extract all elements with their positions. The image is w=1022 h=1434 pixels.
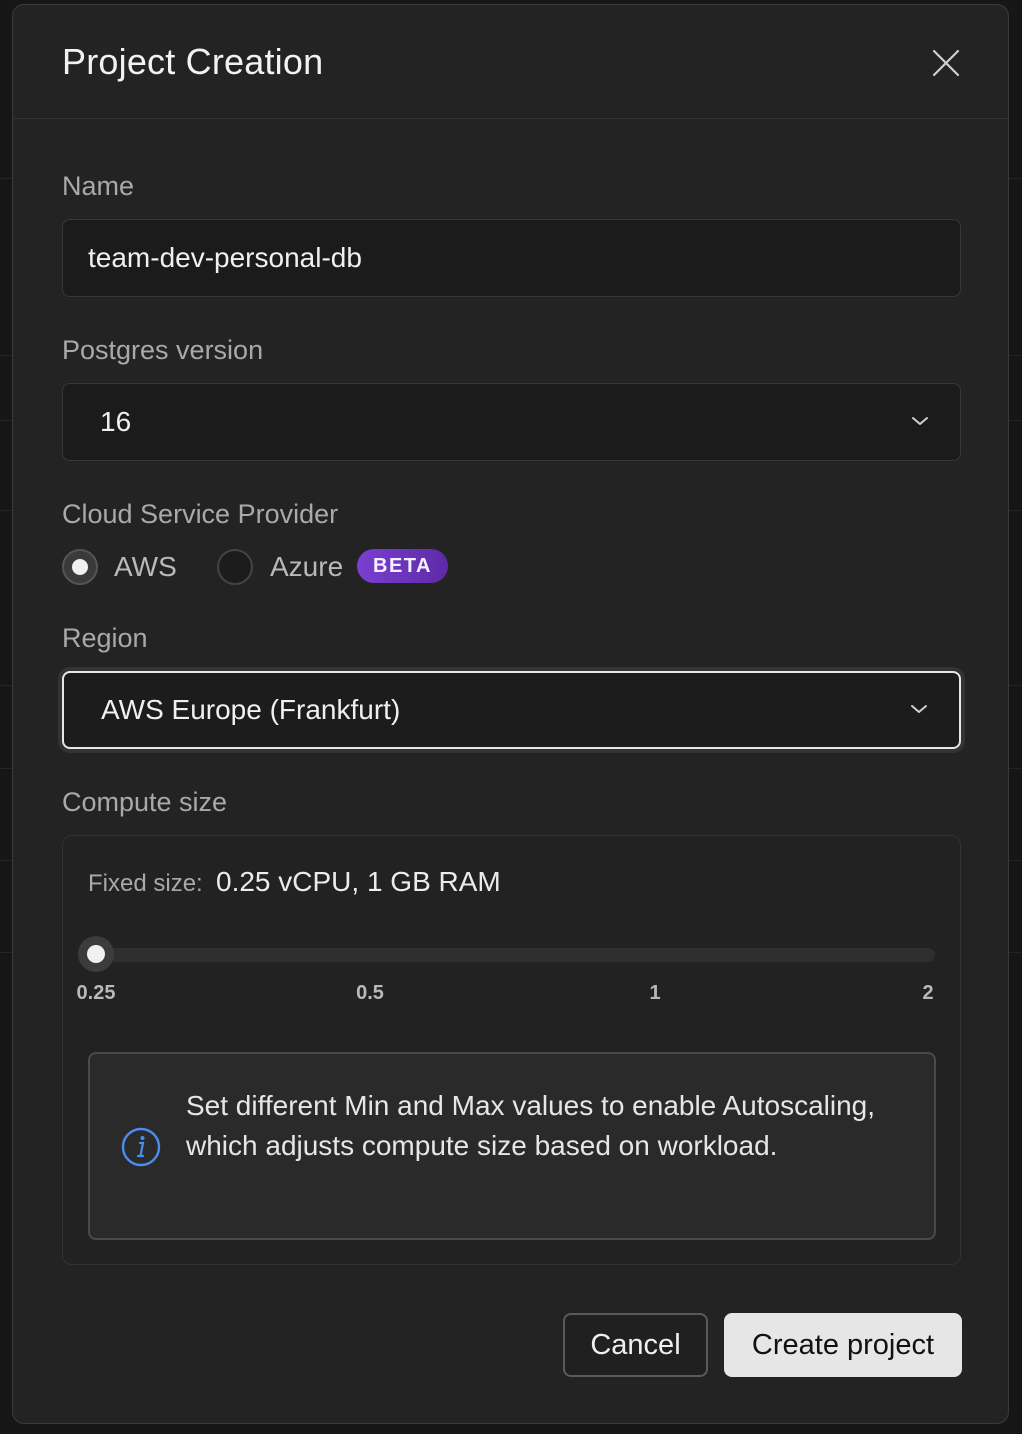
fixed-size-value: 0.25 vCPU, 1 GB RAM	[216, 866, 501, 897]
radio-aws[interactable]	[62, 549, 98, 585]
create-project-button[interactable]: Create project	[724, 1313, 962, 1377]
cancel-button[interactable]: Cancel	[563, 1313, 708, 1377]
slider-tick-label: 0.25	[76, 982, 116, 1004]
radio-azure[interactable]	[217, 549, 253, 585]
close-button[interactable]	[926, 43, 966, 83]
name-input-value: team-dev-personal-db	[88, 242, 362, 273]
chevron-down-icon	[912, 417, 928, 425]
autoscaling-info-callout: Set different Min and Max values to enab…	[88, 1052, 936, 1240]
fixed-size-label: Fixed size:	[88, 870, 203, 897]
postgres-version-label: Postgres version	[62, 335, 264, 365]
radio-aws-label[interactable]: AWS	[114, 551, 177, 583]
project-creation-dialog: Project Creation Name team-dev-personal-…	[12, 4, 1009, 1424]
close-icon	[932, 49, 960, 77]
dialog-title: Project Creation	[62, 41, 324, 82]
autoscaling-info-text: Set different Min and Max values to enab…	[186, 1090, 876, 1161]
region-select[interactable]: AWS Europe (Frankfurt)	[62, 671, 961, 749]
name-label: Name	[62, 171, 135, 201]
compute-slider-thumb[interactable]	[78, 936, 114, 972]
cloud-provider-radio-group: AWS Azure BETA	[62, 547, 662, 591]
name-input[interactable]: team-dev-personal-db	[62, 219, 961, 297]
dialog-header: Project Creation	[13, 5, 1008, 119]
cloud-provider-label: Cloud Service Provider	[62, 499, 339, 529]
compute-size-label: Compute size	[62, 787, 228, 817]
compute-size-panel: Fixed size: 0.25 vCPU, 1 GB RAM 0.25 0.5…	[62, 835, 961, 1265]
slider-tick-label: 2	[922, 982, 934, 1004]
postgres-version-value: 16	[100, 406, 132, 437]
slider-tick-label: 0.5	[356, 982, 384, 1004]
radio-azure-label[interactable]: Azure	[270, 551, 343, 583]
postgres-version-select[interactable]: 16	[62, 383, 961, 461]
region-label: Region	[62, 623, 148, 653]
region-value: AWS Europe (Frankfurt)	[101, 694, 401, 725]
beta-badge: BETA	[357, 549, 448, 583]
chevron-down-icon	[911, 705, 927, 713]
info-icon	[121, 1127, 161, 1167]
slider-tick-label: 1	[649, 982, 661, 1004]
compute-slider-track[interactable]	[85, 948, 935, 962]
